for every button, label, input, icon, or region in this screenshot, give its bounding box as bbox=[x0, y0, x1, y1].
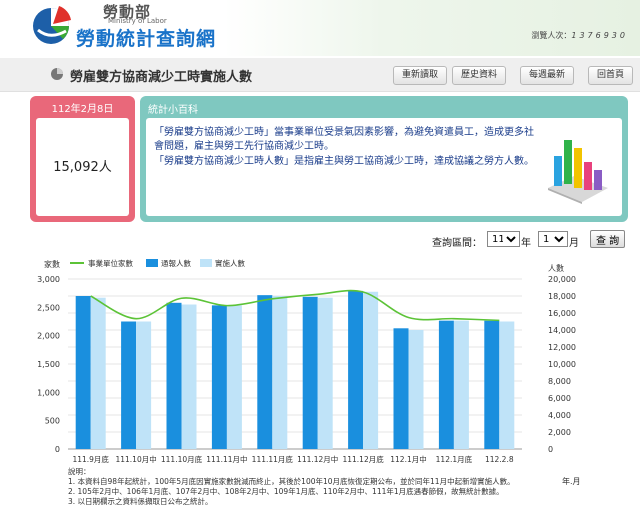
bar-actual bbox=[181, 304, 197, 449]
workers-chart: 0 2,000 4,000 6,000 8,000 10,000 12,000 14,000 1… bbox=[37, 258, 576, 464]
legend-label: 事業單位家數 bbox=[88, 258, 133, 268]
history-button[interactable]: 歷史資料 bbox=[452, 66, 507, 85]
year-unit-label: 年 bbox=[521, 238, 531, 249]
right-axis-tick-label: 8,000 bbox=[548, 377, 571, 386]
x-axis-title: 年.月 bbox=[562, 477, 581, 486]
site-header: 勞動部 Ministry of Labor 勞動統計查詢網 瀏覽人次：13769… bbox=[0, 0, 640, 56]
site-title[interactable]: 勞動統計查詢網 bbox=[76, 24, 216, 51]
right-axis-tick-label: 4,000 bbox=[548, 411, 571, 420]
right-axis-tick-label: 2,000 bbox=[548, 428, 571, 437]
stats-definition-text: 「勞雇雙方協商減少工時」當事業單位受景氣因素影響，為避免資遣員工，造成更多社會問… bbox=[154, 126, 534, 170]
bar-reported bbox=[348, 290, 364, 449]
stats-panel-label: 統計小百科 bbox=[148, 105, 198, 116]
bar-actual bbox=[136, 321, 152, 449]
bar-actual bbox=[90, 297, 106, 449]
right-axis-tick-label: 12,000 bbox=[548, 343, 576, 352]
left-axis-tick-label: 1,500 bbox=[37, 360, 60, 369]
right-axis-tick-label: 14,000 bbox=[548, 326, 576, 335]
month-unit-label: 月 bbox=[569, 238, 579, 249]
stats-encyclopedia-panel: 統計小百科 「勞雇雙方協商減少工時」當事業單位受景氣因素影響，為避免資遣員工，造… bbox=[140, 96, 628, 222]
pie-chart-icon bbox=[51, 68, 63, 80]
latest-date-panel: 112年2月8日 15,092人 bbox=[30, 96, 135, 222]
visitor-counter: 瀏覽人次：1376930 bbox=[531, 30, 628, 41]
page-title-bar: 勞雇雙方協商減少工時實施人數 重新讀取 歷史資料 每週最新 回首頁 bbox=[0, 58, 640, 92]
ministry-logo-icon[interactable] bbox=[30, 4, 72, 46]
bar-actual bbox=[453, 320, 469, 449]
legend-bar-swatch bbox=[200, 259, 212, 267]
x-tick-label: 111.11月底 bbox=[252, 454, 294, 464]
latest-date: 112年2月8日 bbox=[51, 104, 114, 115]
bar-actual bbox=[226, 305, 242, 449]
definition-paragraph: 「勞雇雙方協商減少工時人數」是指雇主與勞工協商減少工時，達成協議之勞方人數。 bbox=[154, 156, 534, 167]
legend-label: 實施人數 bbox=[215, 258, 245, 268]
bar-reported bbox=[484, 320, 500, 449]
bar-reported bbox=[75, 296, 91, 449]
bar-reported bbox=[257, 295, 273, 449]
left-axis-title: 家數 bbox=[44, 259, 60, 269]
stats-panel-body: 「勞雇雙方協商減少工時」當事業單位受景氣因素影響，為避免資遣員工，造成更多社會問… bbox=[146, 118, 622, 216]
chart-notes: 說明： 1. 本資料自98年起統計，100年5月底因實施家數銳減而終止，其後於1… bbox=[68, 467, 548, 507]
note-line: 1. 本資料自98年起統計，100年5月底因實施家數銳減而終止，其後於100年1… bbox=[68, 477, 515, 486]
x-tick-label: 112.2.8 bbox=[485, 455, 514, 464]
left-axis-tick-label: 2,000 bbox=[37, 332, 60, 341]
bar-reported bbox=[302, 296, 318, 449]
visitor-count: 1376930 bbox=[571, 31, 628, 40]
x-tick-label: 112.1月底 bbox=[436, 454, 473, 464]
x-tick-label: 111.9月底 bbox=[72, 454, 109, 464]
right-axis-title: 人數 bbox=[548, 263, 564, 273]
left-axis-tick-label: 1,000 bbox=[37, 388, 60, 397]
right-axis-tick-label: 18,000 bbox=[548, 292, 576, 301]
x-tick-label: 111.12月中 bbox=[297, 454, 338, 464]
legend-label: 通報人數 bbox=[161, 258, 191, 268]
x-tick-label: 111.10月底 bbox=[161, 454, 203, 464]
month-select[interactable]: 1 bbox=[538, 231, 568, 247]
year-select[interactable]: 112 bbox=[487, 231, 520, 247]
bar-actual bbox=[363, 291, 379, 449]
legend-bar-swatch bbox=[146, 259, 158, 267]
right-axis-tick-label: 6,000 bbox=[548, 394, 571, 403]
note-line: 2. 105年2月中、106年1月底、107年2月中、108年2月中、109年1… bbox=[68, 487, 504, 496]
x-tick-label: 111.11月中 bbox=[206, 454, 247, 464]
x-tick-label: 111.12月底 bbox=[342, 454, 384, 464]
page-title: 勞雇雙方協商減少工時實施人數 bbox=[70, 70, 253, 85]
reload-button[interactable]: 重新讀取 bbox=[393, 66, 448, 85]
latest-value-box: 15,092人 bbox=[36, 118, 129, 216]
visitor-label: 瀏覽人次： bbox=[531, 31, 572, 40]
notes-heading: 說明： bbox=[68, 467, 91, 476]
note-line: 3. 以日期欄示之資料係擷取日公布之統計。 bbox=[68, 497, 213, 506]
bar-actual bbox=[408, 330, 424, 449]
right-axis-tick-label: 16,000 bbox=[548, 309, 576, 318]
home-button[interactable]: 回首頁 bbox=[588, 66, 634, 85]
left-axis-tick-label: 500 bbox=[45, 417, 60, 426]
definition-paragraph: 「勞雇雙方協商減少工時」當事業單位受景氣因素影響，為避免資遣員工，造成更多社會問… bbox=[154, 127, 534, 152]
bar-actual bbox=[499, 321, 515, 449]
x-tick-label: 111.10月中 bbox=[115, 454, 156, 464]
bar-reported bbox=[121, 321, 137, 449]
bar-reported bbox=[166, 302, 182, 449]
right-axis-tick-label: 0 bbox=[548, 445, 553, 454]
left-axis-tick-label: 2,500 bbox=[37, 303, 60, 312]
bar-reported bbox=[211, 305, 227, 449]
bar-reported bbox=[438, 320, 454, 449]
series-line-units bbox=[90, 289, 500, 322]
query-range-label: 查詢區間： bbox=[432, 238, 482, 249]
bar-actual bbox=[317, 297, 333, 449]
left-axis-tick-label: 0 bbox=[55, 445, 60, 454]
right-axis-tick-label: 20,000 bbox=[548, 275, 576, 284]
query-button[interactable]: 查 詢 bbox=[590, 230, 626, 248]
x-tick-label: 112.1月中 bbox=[390, 454, 426, 464]
latest-value: 15,092人 bbox=[53, 160, 112, 175]
bar-actual bbox=[272, 296, 288, 449]
right-axis-tick-label: 10,000 bbox=[548, 360, 576, 369]
bar-chart-illustration-icon bbox=[548, 140, 608, 204]
weekly-latest-button[interactable]: 每週最新 bbox=[520, 66, 575, 85]
bar-reported bbox=[393, 328, 409, 449]
left-axis-tick-label: 3,000 bbox=[37, 275, 60, 284]
